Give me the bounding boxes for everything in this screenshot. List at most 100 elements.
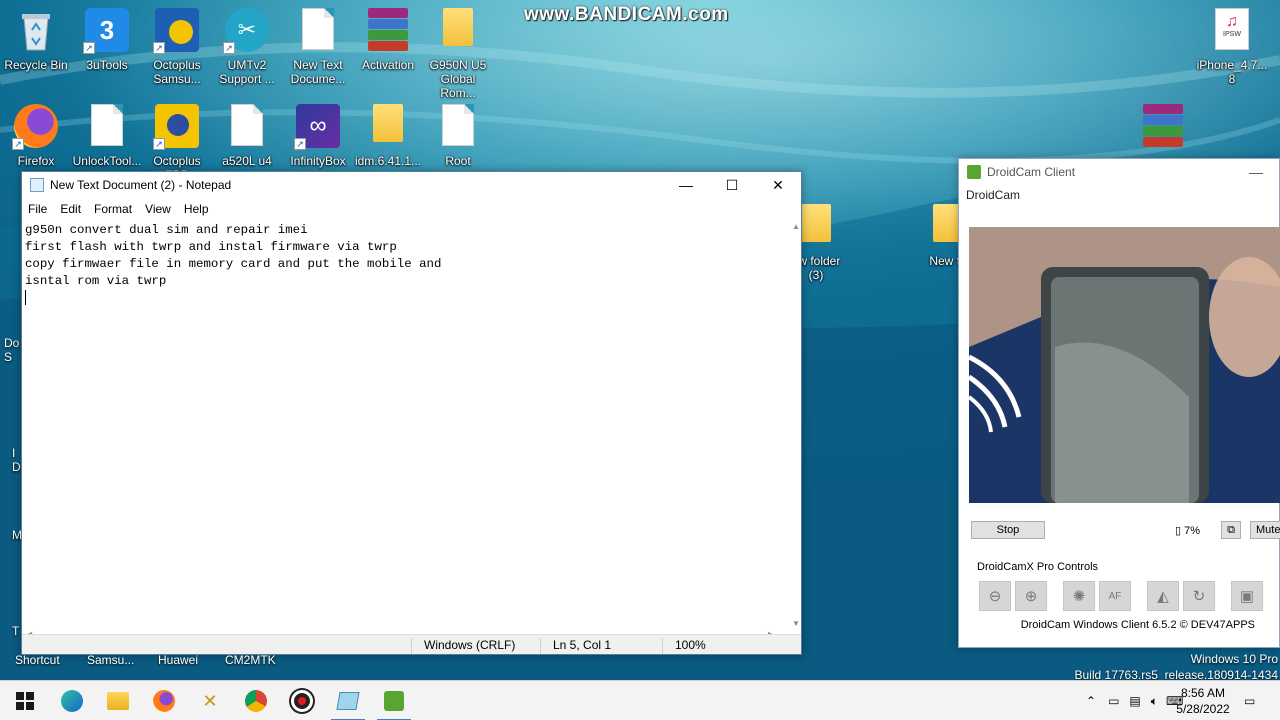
desktop-icon-umtv2[interactable]: ✂ ↗ UMTv2 Support ... — [211, 8, 283, 86]
maximize-button[interactable]: ☐ — [709, 172, 755, 198]
infinitybox-icon: ∞ ↗ — [294, 104, 340, 150]
status-encoding: Windows (CRLF) — [411, 638, 515, 654]
folder-icon — [366, 104, 410, 148]
desktop-icon-label[interactable]: Shortcut — [15, 653, 60, 667]
firefox-icon[interactable] — [141, 681, 187, 720]
pro-controls-toolbar: ⊖ ⊕ ✺ AF ◭ ↻ ▣ — [979, 581, 1267, 611]
droidcam-icon[interactable] — [371, 681, 417, 720]
jpg-icon[interactable]: ▣ — [1231, 581, 1263, 611]
desktop-icon-label[interactable]: Huawei — [158, 653, 198, 667]
taskbar: ✕ ⌃ ▭ ▤ 🔈︎ ⌨ 8:56 AM 5/28/2022 ▭ — [0, 680, 1280, 720]
recycle-bin-icon — [14, 8, 58, 52]
notepad-icon[interactable] — [325, 681, 371, 720]
left-edge-label: Do S — [4, 336, 20, 364]
minimize-button[interactable]: — — [663, 172, 709, 198]
desktop-icon-new-text-document[interactable]: New Text Docume... — [282, 8, 354, 86]
window-title: New Text Document (2) - Notepad — [50, 178, 232, 192]
desktop-icon-winrar-archive[interactable] — [1127, 104, 1199, 148]
desktop-icon-idm-folder[interactable]: idm.6.41.1... — [352, 104, 424, 168]
left-edge-label: T — [12, 624, 20, 638]
text-document-icon — [85, 104, 129, 148]
pro-controls-label: DroidCamX Pro Controls — [977, 561, 1099, 573]
vertical-scrollbar[interactable]: ▲ ▼ — [791, 220, 801, 630]
text-document-icon — [225, 104, 269, 148]
status-cursor-position: Ln 5, Col 1 — [540, 638, 611, 654]
menu-file[interactable]: File — [28, 202, 54, 216]
desktop-icon-unlocktool[interactable]: UnlockTool... — [71, 104, 143, 168]
desktop-icon-label[interactable]: Samsu... — [87, 653, 134, 667]
notepad-titlebar[interactable]: New Text Document (2) - Notepad — ☐ ✕ — [22, 172, 801, 198]
desktop-icon-recycle-bin[interactable]: Recycle Bin — [0, 8, 72, 72]
start-button[interactable] — [2, 681, 48, 720]
desktop-icon-a520l[interactable]: a520L u4 — [211, 104, 283, 168]
brightness-icon[interactable]: ✺ — [1063, 581, 1095, 611]
minimize-button[interactable]: — — [1233, 164, 1279, 180]
file-explorer-icon[interactable] — [95, 681, 141, 720]
battery-status: ▯ 7% — [1175, 524, 1200, 537]
droidcam-titlebar[interactable]: DroidCam Client — — [959, 159, 1279, 185]
menu-format[interactable]: Format — [94, 202, 139, 216]
notepad-window[interactable]: New Text Document (2) - Notepad — ☐ ✕ Fi… — [21, 171, 802, 655]
menu-help[interactable]: Help — [184, 202, 216, 216]
menu-view[interactable]: View — [145, 202, 178, 216]
pip-button[interactable]: ⧉ — [1221, 521, 1241, 539]
rotate-icon[interactable]: ↻ — [1183, 581, 1215, 611]
firefox-icon: ↗ — [12, 104, 58, 150]
text-document-icon — [296, 8, 340, 52]
music-note-icon: ♫ — [1226, 13, 1238, 30]
umtv2-icon: ✂ ↗ — [223, 8, 269, 54]
text-line: isntal rom via twrp — [25, 274, 167, 288]
battery-icon: ▯ — [1175, 525, 1182, 537]
desktop-icon-infinitybox[interactable]: ∞ ↗ InfinityBox — [282, 104, 354, 168]
desktop-icon-firefox[interactable]: ↗ Firefox — [0, 104, 72, 168]
xmind-icon[interactable]: ✕ — [187, 681, 233, 720]
chrome-like-icon[interactable] — [233, 681, 279, 720]
notepad-app-icon — [30, 178, 44, 192]
droidcam-window[interactable]: DroidCam Client — DroidCam Stop ▯ 7% ⧉ M… — [958, 158, 1280, 648]
text-editor-area[interactable]: g950n convert dual sim and repair imei fi… — [22, 220, 792, 630]
taskbar-clock[interactable]: 8:56 AM 5/28/2022 — [1168, 685, 1238, 717]
desktop-icon-label[interactable]: CM2MTK — [225, 653, 276, 667]
windows-logo-icon — [16, 692, 34, 710]
volume-icon[interactable]: 🔈︎ — [1151, 694, 1158, 709]
stop-button[interactable]: Stop — [971, 521, 1045, 539]
zoom-out-icon[interactable]: ⊖ — [979, 581, 1011, 611]
droidcam-menu-label: DroidCam — [966, 188, 1021, 202]
octoplus-samsung-icon: ↗ — [153, 8, 199, 54]
windows-edition-watermark: Windows 10 Pro — [1190, 652, 1278, 666]
desktop-icon-activation[interactable]: Activation — [352, 8, 424, 72]
text-document-icon — [436, 104, 480, 148]
3utools-icon: 3 ↗ — [83, 8, 129, 54]
network-icon[interactable]: ▤ — [1129, 694, 1140, 708]
mirror-icon[interactable]: ◭ — [1147, 581, 1179, 611]
desktop-icon-root[interactable]: Root — [422, 104, 494, 168]
mute-button[interactable]: Mute — [1250, 521, 1280, 539]
clock-date: 5/28/2022 — [1176, 702, 1230, 716]
notification-center[interactable]: ▭ — [1244, 681, 1255, 720]
show-hidden-icons-icon[interactable]: ⌃ — [1086, 694, 1096, 708]
record-icon[interactable] — [279, 681, 325, 720]
menu-edit[interactable]: Edit — [60, 202, 88, 216]
clock-time: 8:56 AM — [1180, 686, 1226, 700]
text-line: first flash with twrp and instal firmwar… — [25, 240, 397, 254]
desktop-icon-iphone-ipsw[interactable]: ♫ IPSW iPhone_4.7... 8 — [1196, 8, 1268, 86]
autofocus-icon[interactable]: AF — [1099, 581, 1131, 611]
zoom-in-icon[interactable]: ⊕ — [1015, 581, 1047, 611]
window-restore-icon: ⧉ — [1227, 524, 1235, 536]
desktop-icon-g950n-folder[interactable]: G950N U5 Global Rom... — [422, 8, 494, 100]
octoplus-frp-icon: ↗ — [153, 104, 199, 150]
battery-icon[interactable]: ▭ — [1108, 694, 1119, 708]
left-edge-label: I D — [12, 446, 21, 474]
close-button[interactable]: ✕ — [755, 172, 801, 198]
text-caret — [25, 290, 26, 306]
scroll-up-icon[interactable]: ▲ — [792, 222, 800, 231]
winrar-archive-icon — [366, 8, 410, 52]
droidcam-app-icon — [967, 165, 981, 179]
desktop-icon-octoplus-samsung[interactable]: ↗ Octoplus Samsu... — [141, 8, 213, 86]
edge-icon[interactable] — [49, 681, 95, 720]
window-title: DroidCam Client — [987, 165, 1076, 179]
desktop-icon-3utools[interactable]: 3 ↗ 3uTools — [71, 8, 143, 72]
scroll-down-icon[interactable]: ▼ — [792, 619, 800, 628]
droidcam-version: DroidCam Windows Client 6.5.2 © DEV47APP… — [1020, 619, 1255, 631]
status-bar: Windows (CRLF) Ln 5, Col 1 100% — [22, 634, 801, 654]
